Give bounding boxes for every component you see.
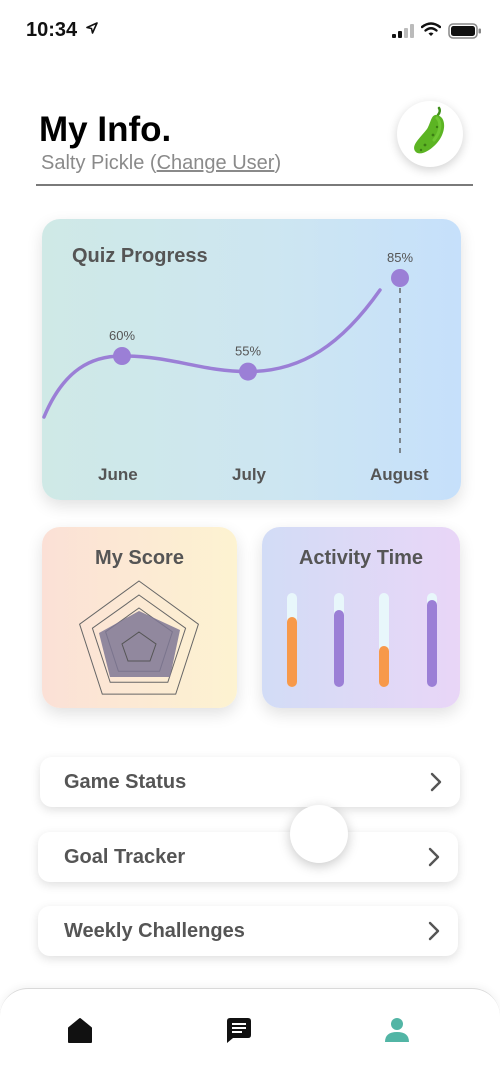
status-bar: 10:34 — [0, 0, 500, 60]
page-title: My Info. — [39, 110, 172, 149]
avatar[interactable] — [397, 101, 463, 167]
game-status-row[interactable]: Game Status — [40, 757, 460, 807]
weekly-challenges-row[interactable]: Weekly Challenges — [38, 906, 458, 956]
data-label: 55% — [235, 344, 261, 359]
activity-bar-track — [379, 593, 389, 687]
x-tick-label: July — [232, 465, 267, 484]
activity-time-card[interactable]: Activity Time — [262, 527, 460, 708]
activity-bar-track — [287, 593, 297, 687]
wifi-icon — [421, 22, 441, 36]
goal-tracker-label: Goal Tracker — [64, 846, 186, 868]
activity-bar-track — [334, 593, 344, 687]
game-status-label: Game Status — [64, 771, 187, 793]
change-user-link[interactable]: Change User — [157, 152, 275, 174]
quiz-series-line — [42, 288, 382, 419]
x-tick-label: June — [98, 465, 138, 484]
activity-time-title: Activity Time — [298, 547, 424, 569]
chevron-right-icon — [428, 847, 440, 867]
chat-icon — [227, 1018, 251, 1043]
activity-bar-track — [427, 593, 437, 687]
activity-bar — [287, 617, 297, 687]
header-divider — [36, 184, 473, 186]
radar-chart — [79, 580, 199, 695]
chevron-right-icon — [430, 772, 442, 792]
tab-profile[interactable] — [377, 1009, 417, 1049]
data-point — [391, 269, 409, 287]
tab-bar — [0, 988, 500, 1089]
data-label: 60% — [109, 328, 135, 343]
chevron-right-icon — [428, 921, 440, 941]
user-close-paren: ) — [274, 152, 282, 174]
signal-icon — [392, 24, 414, 38]
tab-messages[interactable] — [219, 1009, 259, 1049]
radar-score-area — [99, 611, 180, 677]
pickle-icon — [414, 106, 445, 154]
data-point — [113, 347, 131, 365]
location-arrow-icon — [86, 22, 98, 34]
activity-bar — [427, 600, 437, 687]
activity-bar — [379, 646, 389, 687]
weekly-challenges-label: Weekly Challenges — [64, 920, 245, 942]
floating-touch-button[interactable] — [290, 805, 348, 863]
user-name: Salty Pickle ( — [41, 152, 157, 174]
tab-home[interactable] — [60, 1009, 100, 1049]
status-time: 10:34 — [26, 19, 78, 41]
home-icon — [68, 1018, 92, 1043]
profile-icon — [385, 1018, 409, 1042]
user-line: Salty Pickle (Change User) — [41, 152, 281, 175]
activity-bar — [334, 610, 344, 687]
data-label: 85% — [387, 250, 413, 265]
x-tick-label: August — [370, 465, 429, 484]
goal-tracker-row[interactable]: Goal Tracker — [38, 832, 458, 882]
quiz-progress-chart: 60% 55% 85% — [42, 250, 413, 454]
data-point — [239, 362, 257, 381]
quiz-progress-card[interactable]: Quiz Progress 60% 55% 85% June July August — [42, 219, 461, 500]
battery-icon — [448, 23, 481, 39]
my-score-card[interactable]: My Score — [42, 527, 237, 708]
